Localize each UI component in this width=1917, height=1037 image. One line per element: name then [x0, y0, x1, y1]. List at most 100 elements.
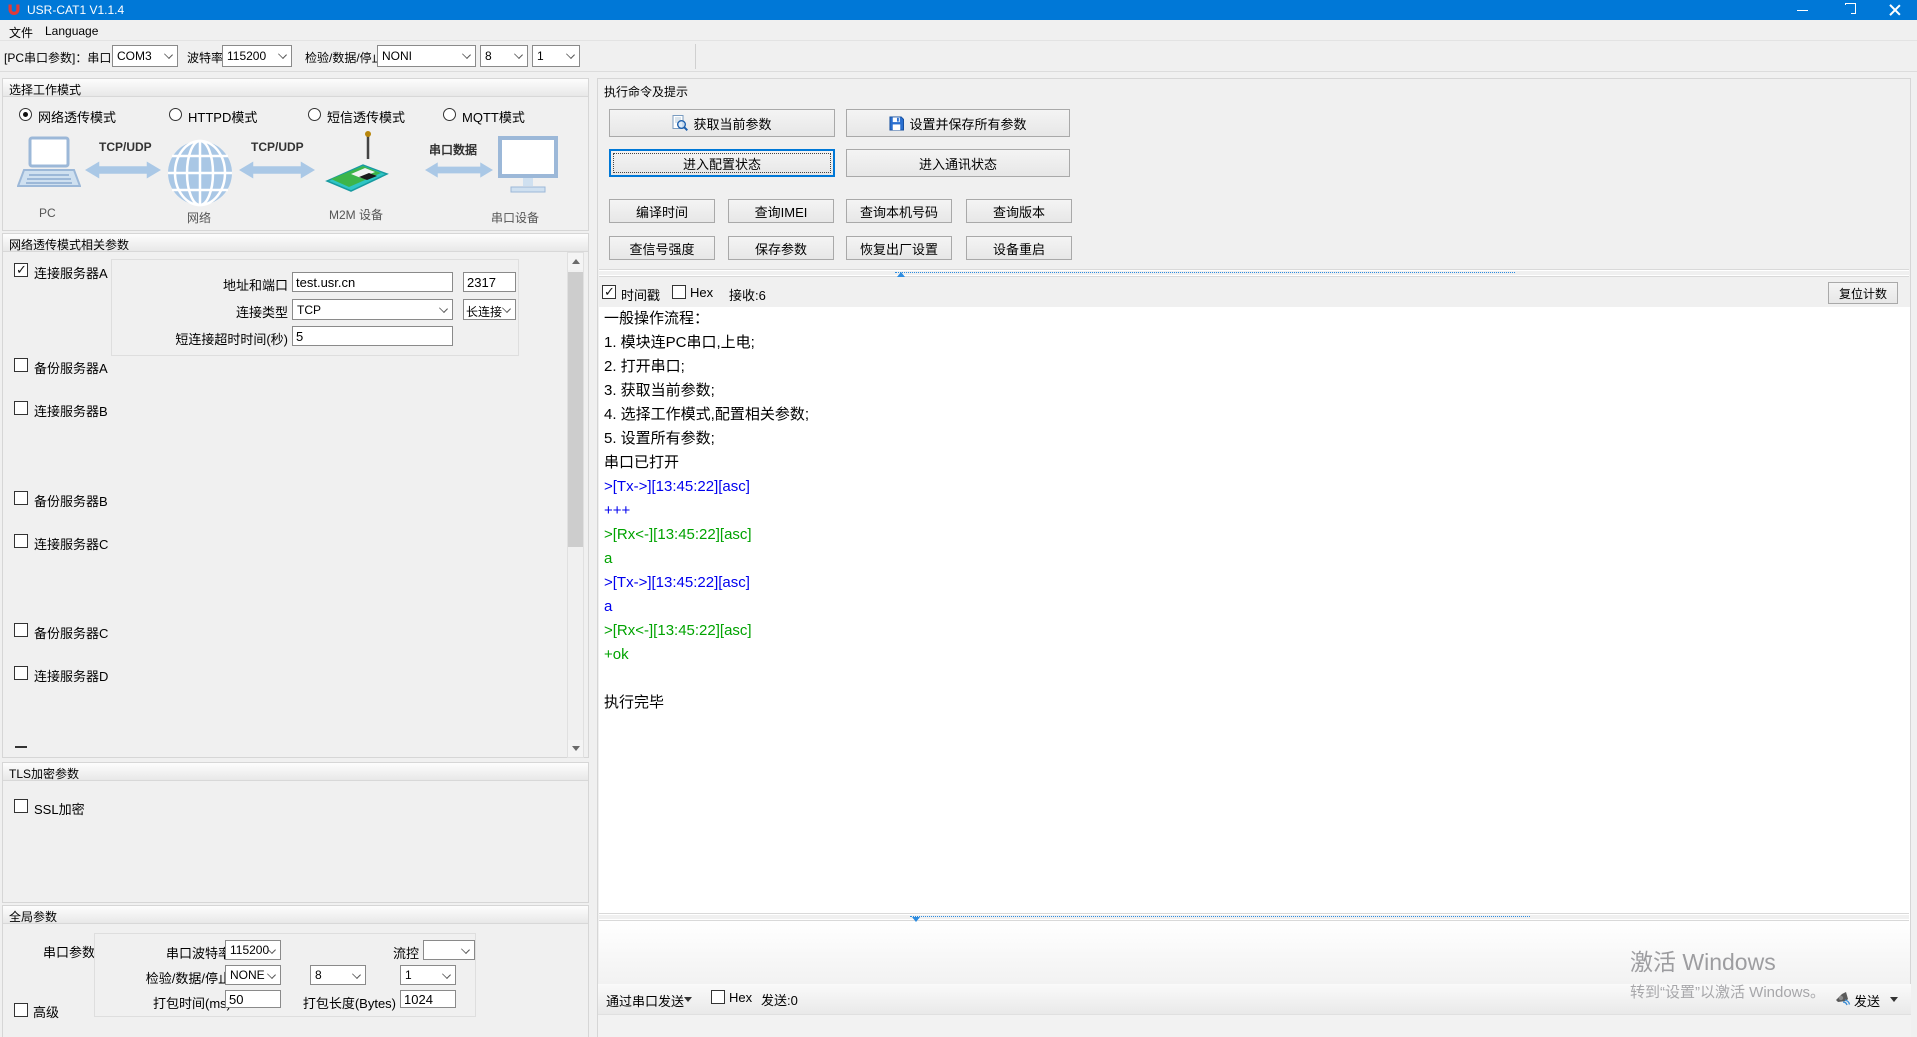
- radio-net-transparent[interactable]: [19, 108, 32, 121]
- global-params-section: 全局参数 串口参数 串口波特率 115200 流控 检验/数据/停止 NONE …: [2, 905, 589, 1037]
- pack-time-input[interactable]: [225, 990, 281, 1008]
- log-line: >[Rx<-][13:45:22][asc]: [599, 523, 1910, 547]
- backup-server-c-checkbox[interactable]: [14, 623, 28, 637]
- params-scrollbar[interactable]: [567, 252, 584, 758]
- server-d-checkbox[interactable]: [14, 666, 28, 680]
- timestamp-checkbox[interactable]: [602, 285, 616, 299]
- restore-button[interactable]: [1831, 0, 1865, 20]
- m2m-device-icon: [321, 129, 393, 203]
- log-output[interactable]: 一般操作流程： 1. 模块连PC串口,上电; 2. 打开串口; 3. 获取当前参…: [599, 307, 1910, 991]
- splitter-arrow-up-icon: [897, 272, 905, 277]
- stopbits-select[interactable]: 1: [532, 45, 580, 67]
- serial-device-label: 串口设备: [491, 209, 539, 226]
- close-button[interactable]: [1879, 0, 1913, 20]
- get-params-button[interactable]: 获取当前参数: [609, 109, 835, 137]
- serial-baud-select[interactable]: 115200: [225, 940, 281, 960]
- minimize-button[interactable]: [1786, 0, 1820, 20]
- log-line: 2. 打开串口;: [599, 355, 1910, 379]
- scroll-up-icon[interactable]: [568, 253, 583, 270]
- send-splitter[interactable]: [599, 913, 1909, 921]
- log-hex-checkbox[interactable]: [672, 285, 686, 299]
- timeout-input[interactable]: [292, 326, 453, 346]
- set-save-params-button[interactable]: 设置并保存所有参数: [846, 109, 1070, 137]
- menu-file[interactable]: 文件: [9, 24, 33, 41]
- device-restart-button[interactable]: 设备重启: [966, 236, 1072, 260]
- backup-server-a-checkbox[interactable]: [14, 358, 28, 372]
- radio-sms[interactable]: [308, 108, 321, 121]
- conn-mode-select[interactable]: 长连接: [463, 299, 516, 320]
- query-imei-button[interactable]: 查询IMEI: [728, 199, 834, 223]
- global-params-header: 全局参数: [3, 906, 588, 924]
- server-c-checkbox[interactable]: [14, 534, 28, 548]
- scroll-down-icon[interactable]: [568, 740, 583, 757]
- arrow-icon: [239, 159, 315, 181]
- send-button[interactable]: 发送: [1854, 991, 1880, 1010]
- pack-length-label: 打包长度(Bytes): [281, 993, 396, 1012]
- enter-comm-button[interactable]: 进入通讯状态: [846, 149, 1070, 177]
- log-line: 4. 选择工作模式,配置相关参数;: [599, 403, 1910, 427]
- tls-section: TLS加密参数 SSL加密: [2, 762, 589, 903]
- floppy-disk-icon: [889, 116, 904, 131]
- server-a-port-input[interactable]: [463, 272, 516, 292]
- pc-label: PC: [39, 206, 56, 220]
- log-line: 1. 模块连PC串口,上电;: [599, 331, 1910, 355]
- pack-time-label: 打包时间(ms): [125, 993, 231, 1012]
- advanced-label: 高级: [33, 1002, 59, 1021]
- compile-time-button[interactable]: 编译时间: [609, 199, 715, 223]
- parity-select[interactable]: NONI: [377, 45, 476, 67]
- radio-label-mqtt: MQTT模式: [462, 107, 525, 126]
- backup-server-b-checkbox[interactable]: [14, 491, 28, 505]
- baud-select[interactable]: 115200: [222, 45, 292, 67]
- m2m-label: M2M 设备: [329, 206, 383, 223]
- chevron-down-icon: [278, 50, 287, 59]
- menu-language[interactable]: Language: [45, 24, 98, 38]
- tcp-udp-label-1: TCP/UDP: [99, 140, 152, 154]
- radio-httpd[interactable]: [169, 108, 182, 121]
- menubar: 文件 Language: [0, 20, 1917, 41]
- scrollbar-thumb[interactable]: [568, 272, 583, 547]
- pack-length-input[interactable]: [400, 990, 456, 1008]
- short-conn-timeout-label: 短连接超时时间(秒): [132, 329, 288, 348]
- server-a-address-input[interactable]: [292, 272, 453, 292]
- dropdown-arrow-icon: [684, 997, 692, 1002]
- ssl-checkbox[interactable]: [14, 799, 28, 813]
- timestamp-label: 时间戳: [621, 285, 660, 304]
- save-params-button[interactable]: 保存参数: [728, 236, 834, 260]
- backup-server-a-label: 备份服务器A: [34, 358, 108, 377]
- query-version-button[interactable]: 查询版本: [966, 199, 1072, 223]
- send-via-serial-dropdown[interactable]: 通过串口发送: [606, 991, 684, 1010]
- global-parity-select[interactable]: NONE: [225, 965, 281, 985]
- global-databits-select[interactable]: 8: [310, 965, 366, 985]
- factory-reset-button[interactable]: 恢复出厂设置: [846, 236, 952, 260]
- flow-control-select[interactable]: [423, 940, 475, 960]
- chevron-down-icon: [439, 304, 448, 313]
- databits-select[interactable]: 8: [480, 45, 528, 67]
- server-a-checkbox[interactable]: [14, 263, 28, 277]
- log-line: 5. 设置所有参数;: [599, 427, 1910, 451]
- send-hex-checkbox[interactable]: [711, 990, 725, 1004]
- server-a-label: 连接服务器A: [34, 263, 108, 282]
- log-hex-label: Hex: [690, 285, 713, 300]
- doc-magnifier-icon: [672, 115, 688, 131]
- work-mode-section: 选择工作模式 网络透传模式 HTTPD模式 短信透传模式 MQTT模式 TCP/…: [2, 78, 589, 231]
- query-number-button[interactable]: 查询本机号码: [846, 199, 952, 223]
- com-port-select[interactable]: COM3: [112, 45, 178, 67]
- log-line: 一般操作流程：: [599, 307, 1910, 331]
- conn-type-select[interactable]: TCP: [292, 299, 453, 320]
- log-splitter[interactable]: [599, 269, 1909, 277]
- radio-mqtt[interactable]: [443, 108, 456, 121]
- backup-server-b-label: 备份服务器B: [34, 491, 108, 510]
- server-b-label: 连接服务器B: [34, 401, 108, 420]
- server-b-checkbox[interactable]: [14, 401, 28, 415]
- arrow-icon: [85, 159, 161, 181]
- toolbar-separator: [695, 44, 696, 69]
- conn-type-label: 连接类型: [132, 302, 288, 321]
- reset-count-button[interactable]: 复位计数: [1828, 282, 1898, 304]
- global-stopbits-select[interactable]: 1: [400, 965, 456, 985]
- query-signal-button[interactable]: 查信号强度: [609, 236, 715, 260]
- net-params-header: 网络透传模式相关参数: [3, 234, 588, 252]
- server-d-label: 连接服务器D: [34, 666, 108, 685]
- advanced-checkbox[interactable]: [14, 1003, 28, 1017]
- send-dropdown-arrow-icon: [1890, 997, 1898, 1002]
- enter-config-button[interactable]: 进入配置状态: [609, 149, 835, 177]
